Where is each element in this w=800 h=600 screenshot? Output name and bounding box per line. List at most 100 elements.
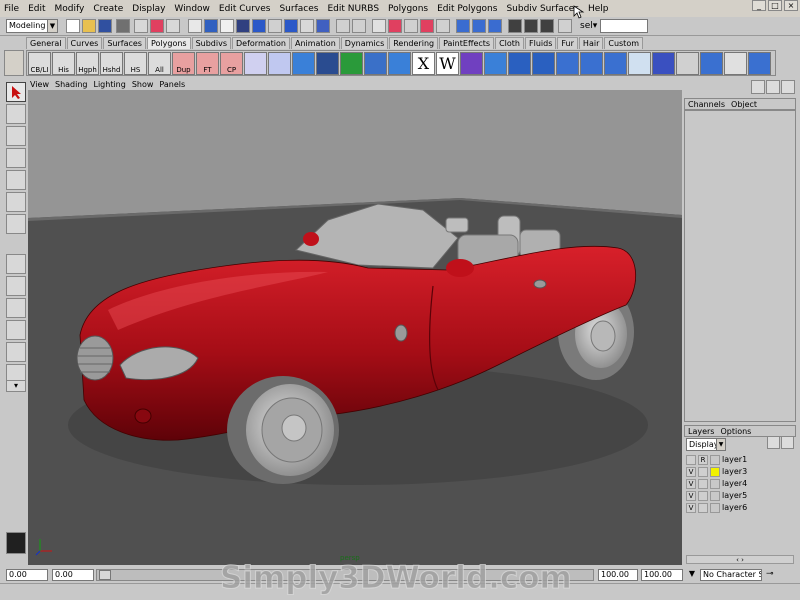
menu-create[interactable]: Create bbox=[93, 4, 123, 14]
graph-layout-icon[interactable] bbox=[6, 342, 26, 362]
start-time-field[interactable]: 0.00 bbox=[6, 569, 48, 581]
layer-type-select[interactable]: Display ▼ bbox=[686, 438, 726, 451]
center-pivot-icon[interactable]: CP bbox=[220, 52, 243, 75]
panel-menu-view[interactable]: View bbox=[30, 80, 49, 89]
extrude-face-icon[interactable] bbox=[556, 52, 579, 75]
joints-icon[interactable] bbox=[220, 19, 234, 33]
selection-mask-icon[interactable] bbox=[116, 19, 130, 33]
snap-view-plane-icon[interactable] bbox=[420, 19, 434, 33]
auto-key-icon[interactable]: ⊸ bbox=[766, 569, 780, 581]
hypershade-icon[interactable]: Hshd bbox=[100, 52, 123, 75]
make-live-icon[interactable] bbox=[436, 19, 450, 33]
shelf-menu-button[interactable] bbox=[4, 50, 24, 76]
menu-surfaces[interactable]: Surfaces bbox=[279, 4, 318, 14]
misc-mask-icon[interactable] bbox=[316, 19, 330, 33]
layer-color-swatch[interactable] bbox=[710, 454, 720, 465]
layer-type-toggle[interactable] bbox=[698, 502, 708, 513]
all-icon[interactable]: All bbox=[148, 52, 171, 75]
lock-selection-icon[interactable] bbox=[336, 19, 350, 33]
rotate-tool-icon[interactable] bbox=[6, 148, 26, 168]
menu-edit[interactable]: Edit bbox=[28, 4, 45, 14]
poly-sphere-outline-icon[interactable] bbox=[268, 52, 291, 75]
layer-color-swatch[interactable] bbox=[710, 478, 720, 489]
panel-menu-panels[interactable]: Panels bbox=[159, 80, 185, 89]
checker-icon[interactable] bbox=[676, 52, 699, 75]
layer-row[interactable]: V layer6 bbox=[686, 502, 794, 513]
separate-icon[interactable] bbox=[484, 52, 507, 75]
panel-menu-lighting[interactable]: Lighting bbox=[93, 80, 125, 89]
snap-curve-icon[interactable] bbox=[388, 19, 402, 33]
save-scene-icon[interactable] bbox=[98, 19, 112, 33]
menu-subdiv-surfaces[interactable]: Subdiv Surfaces bbox=[506, 4, 579, 14]
x-glyph-icon[interactable]: X bbox=[412, 52, 435, 75]
outliner-layout-icon[interactable] bbox=[6, 320, 26, 340]
tab-curves[interactable]: Curves bbox=[66, 37, 103, 49]
layer-color-swatch[interactable] bbox=[710, 490, 720, 501]
poly-cylinder-icon[interactable] bbox=[340, 52, 363, 75]
layer-visibility-toggle[interactable]: V bbox=[686, 478, 696, 489]
tab-fur[interactable]: Fur bbox=[557, 37, 578, 49]
select-all-icon[interactable] bbox=[188, 19, 202, 33]
wedge-face-icon[interactable] bbox=[652, 52, 675, 75]
uv-texture-icon[interactable] bbox=[700, 52, 723, 75]
input-ops-icon[interactable] bbox=[456, 19, 470, 33]
lasso-tool-icon[interactable] bbox=[6, 104, 26, 124]
history-icon[interactable]: His bbox=[52, 52, 75, 75]
highlight-selection-icon[interactable] bbox=[352, 19, 366, 33]
channels-menu[interactable]: Channels bbox=[688, 100, 725, 109]
layer-type-toggle[interactable] bbox=[698, 466, 708, 477]
attribute-editor-toggle-icon[interactable] bbox=[751, 80, 765, 94]
start-range-field[interactable]: 0.00 bbox=[52, 569, 94, 581]
channel-box-toggle-icon[interactable] bbox=[781, 80, 795, 94]
open-scene-icon[interactable] bbox=[82, 19, 96, 33]
construction-history-icon[interactable] bbox=[488, 19, 502, 33]
panel-menu-show[interactable]: Show bbox=[132, 80, 154, 89]
layer-row[interactable]: V layer4 bbox=[686, 478, 794, 489]
component-mode-icon[interactable] bbox=[166, 19, 180, 33]
poly-sphere-icon[interactable] bbox=[292, 52, 315, 75]
menu-file[interactable]: File bbox=[4, 4, 19, 14]
new-layer-selected-icon[interactable] bbox=[781, 436, 794, 449]
layer-row[interactable]: R layer1 bbox=[686, 454, 794, 465]
layer-row[interactable]: V layer5 bbox=[686, 490, 794, 501]
poly-cube-icon[interactable] bbox=[316, 52, 339, 75]
surfaces-mask-icon[interactable] bbox=[252, 19, 266, 33]
handles-icon[interactable] bbox=[204, 19, 218, 33]
layer-visibility-toggle[interactable]: V bbox=[686, 502, 696, 513]
four-view-layout-icon[interactable] bbox=[6, 276, 26, 296]
tab-custom[interactable]: Custom bbox=[604, 37, 644, 49]
chevron-down-icon[interactable]: ▼ bbox=[686, 569, 698, 581]
new-layer-icon[interactable] bbox=[767, 436, 780, 449]
snap-point-icon[interactable] bbox=[404, 19, 418, 33]
tab-rendering[interactable]: Rendering bbox=[389, 37, 439, 49]
layer-type-toggle[interactable] bbox=[698, 478, 708, 489]
quick-selection-icon[interactable] bbox=[558, 19, 572, 33]
render-frame-icon[interactable] bbox=[508, 19, 522, 33]
menu-edit-nurbs[interactable]: Edit NURBS bbox=[327, 4, 379, 14]
layer-scrollbar[interactable]: ‹ › bbox=[686, 555, 794, 564]
close-button[interactable]: × bbox=[784, 0, 798, 11]
split-polygon-icon[interactable] bbox=[628, 52, 651, 75]
tab-painteffects[interactable]: PaintEffects bbox=[439, 37, 495, 49]
object-menu[interactable]: Object bbox=[731, 100, 757, 109]
menu-window[interactable]: Window bbox=[174, 4, 210, 14]
tab-polygons[interactable]: Polygons bbox=[146, 37, 191, 49]
layer-visibility-toggle[interactable]: V bbox=[686, 466, 696, 477]
end-time-field[interactable]: 100.00 bbox=[641, 569, 683, 581]
menu-edit-polygons[interactable]: Edit Polygons bbox=[437, 4, 497, 14]
deformations-mask-icon[interactable] bbox=[268, 19, 282, 33]
dynamics-mask-icon[interactable] bbox=[284, 19, 298, 33]
show-manipulator-icon[interactable] bbox=[6, 214, 26, 234]
w-glyph-icon[interactable]: W bbox=[436, 52, 459, 75]
layer-color-swatch[interactable] bbox=[710, 502, 720, 513]
channel-box[interactable] bbox=[684, 110, 796, 422]
move-tool-icon[interactable] bbox=[6, 126, 26, 146]
texture-editor-icon[interactable] bbox=[724, 52, 747, 75]
layer-color-swatch[interactable] bbox=[710, 466, 720, 477]
scale-tool-icon[interactable] bbox=[6, 170, 26, 190]
tab-deformation[interactable]: Deformation bbox=[232, 37, 290, 49]
layer-visibility-toggle[interactable]: V bbox=[686, 490, 696, 501]
layer-visibility-toggle[interactable] bbox=[686, 454, 696, 465]
new-scene-icon[interactable] bbox=[66, 19, 80, 33]
tab-general[interactable]: General bbox=[26, 37, 66, 49]
